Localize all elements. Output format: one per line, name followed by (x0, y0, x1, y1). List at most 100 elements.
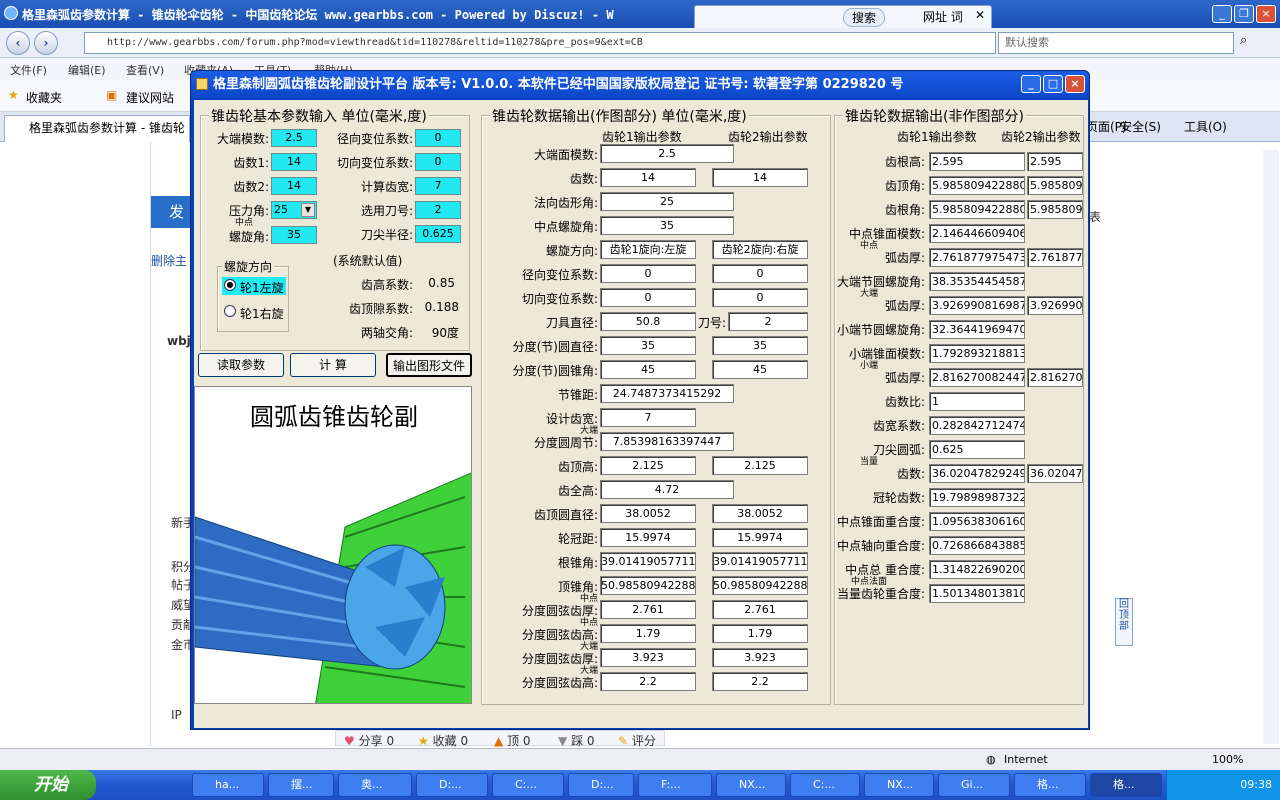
row-value-gear1[interactable]: 1.09563830616089 (929, 512, 1025, 531)
row-value-gear1[interactable]: 2.14644660940673 (929, 224, 1025, 243)
row-value-gear2[interactable]: 14 (712, 168, 808, 187)
task-item[interactable]: 奥... (338, 773, 412, 797)
row-value-gear1[interactable]: 36.0204782924940 (929, 464, 1025, 483)
back-button[interactable]: ‹ (6, 31, 30, 55)
rate-action[interactable]: ✎ 评分 (618, 732, 656, 749)
task-item[interactable]: ha... (192, 773, 264, 797)
row-value-gear1[interactable]: 14 (600, 168, 696, 187)
row-value-gear1[interactable]: 4.72 (600, 480, 734, 499)
row-value-gear1[interactable]: 0.625 (929, 440, 1025, 459)
row-value-gear1[interactable]: 0.72686684388538 (929, 536, 1025, 555)
row-value-gear1[interactable]: 5.98580942288084 (929, 200, 1025, 219)
search-input[interactable]: 默认搜索 (998, 32, 1234, 54)
task-item[interactable]: C:... (790, 773, 860, 797)
row-value-gear1[interactable]: 35 (600, 336, 696, 355)
face-width-input[interactable]: 7 (415, 177, 461, 195)
row-value-gear1[interactable]: 7.85398163397447 (600, 432, 734, 451)
calculate-button[interactable]: 计 算 (290, 353, 376, 377)
read-params-button[interactable]: 读取参数 (198, 353, 284, 377)
row-value-gear1[interactable]: 3.92699081698724 (929, 296, 1025, 315)
minimize-icon[interactable]: _ (1212, 5, 1232, 23)
pressure-angle-select[interactable]: 25 ▼ (271, 201, 317, 219)
row-value-gear1[interactable]: 1 (929, 392, 1025, 411)
row-value-gear2[interactable]: 2.2 (712, 672, 808, 691)
forward-button[interactable]: › (34, 31, 58, 55)
row-value-gear1[interactable]: 1.31482269020080 (929, 560, 1025, 579)
menu-edit[interactable]: 编辑(E) (68, 62, 106, 78)
row-value-gear1[interactable]: 38.3535445458780 (929, 272, 1025, 291)
row-value-gear1[interactable]: 3.923 (600, 648, 696, 667)
row-value-gear2[interactable]: 35 (712, 336, 808, 355)
tools-menu[interactable]: 工具(O) (1184, 118, 1227, 135)
row-value-gear1[interactable]: 2.81627008244765 (929, 368, 1025, 387)
row-value-gear2[interactable]: 2.761 (712, 600, 808, 619)
close-icon[interactable]: × (1256, 5, 1276, 23)
down-action[interactable]: ▼ 踩 0 (558, 732, 595, 749)
row-value-gear1[interactable]: 39.0141905771193 (600, 552, 696, 571)
row-value-gear1[interactable]: 7 (600, 408, 696, 427)
address-input[interactable]: http://www.gearbbs.com/forum.php?mod=vie… (84, 32, 996, 54)
task-item[interactable]: Gi... (938, 773, 1010, 797)
chevron-down-icon[interactable]: ▼ (301, 203, 315, 217)
export-graphic-button[interactable]: 输出图形文件 (386, 353, 472, 377)
popup-search-button[interactable]: 搜索 (843, 8, 886, 27)
task-item[interactable]: D:... (416, 773, 488, 797)
row-value-gear1[interactable]: 35 (600, 216, 734, 235)
row-value-gear1[interactable]: 24.7487373415292 (600, 384, 734, 403)
row-value-gear2[interactable]: 15.9974 (712, 528, 808, 547)
delete-link[interactable]: 删除主 (151, 252, 187, 269)
suggest-sites-link[interactable]: 建议网站 (126, 89, 174, 106)
row-value-gear1[interactable]: 50.9858094228808 (600, 576, 696, 595)
zoom-level[interactable]: 100% (1212, 753, 1243, 766)
row-value-gear1[interactable]: 32.3644196947033 (929, 320, 1025, 339)
row-value-gear2[interactable]: 38.0052 (712, 504, 808, 523)
app-maximize-icon[interactable]: □ (1043, 75, 1063, 93)
page-scrollbar[interactable] (1263, 150, 1279, 744)
username[interactable]: wbj (167, 334, 191, 348)
app-minimize-icon[interactable]: _ (1021, 75, 1041, 93)
row-value-gear1[interactable]: 2.2 (600, 672, 696, 691)
app-close-icon[interactable]: × (1065, 75, 1085, 93)
row-value-gear1[interactable]: 0 (600, 288, 696, 307)
row-value-gear1[interactable]: 0.28284271247461 (929, 416, 1025, 435)
row-value-gear1[interactable]: 2.761 (600, 600, 696, 619)
row-value-gear1[interactable]: 1.50134801381043 (929, 584, 1025, 603)
row-value-gear1[interactable]: 1.79289321881345 (929, 344, 1025, 363)
row-value-gear2[interactable]: 齿轮2旋向:右旋 (712, 240, 808, 259)
row-value-gear2[interactable]: 2 (728, 312, 808, 331)
task-item[interactable]: NX... (864, 773, 934, 797)
popup-close-icon[interactable]: ✕ (975, 8, 985, 22)
radio-right-hand[interactable]: 轮1右旋 (222, 303, 286, 321)
task-item[interactable]: C:... (492, 773, 564, 797)
row-value-gear2[interactable]: 3.92699081698724 (1027, 296, 1083, 315)
row-value-gear1[interactable]: 45 (600, 360, 696, 379)
row-value-gear1[interactable]: 38.0052 (600, 504, 696, 523)
row-value-gear1[interactable]: 5.98580942288084 (929, 176, 1025, 195)
row-value-gear1[interactable]: 19.7989898732233 (929, 488, 1025, 507)
search-icon[interactable]: ⌕ (1240, 33, 1260, 53)
row-value-gear2[interactable]: 0 (712, 288, 808, 307)
row-value-gear2[interactable]: 5.98580942288084 (1027, 200, 1083, 219)
start-button[interactable]: 开始 (0, 770, 96, 800)
task-item[interactable]: 格... (1014, 773, 1086, 797)
radial-shift-input[interactable]: 0 (415, 129, 461, 147)
row-value-gear2[interactable]: 45 (712, 360, 808, 379)
row-value-gear2[interactable]: 3.923 (712, 648, 808, 667)
radio-left-hand[interactable]: ● 轮1左旋 (222, 277, 286, 295)
row-value-gear1[interactable]: 2.595 (929, 152, 1025, 171)
row-value-gear1[interactable]: 2.76187797547301 (929, 248, 1025, 267)
row-value-gear1[interactable]: 25 (600, 192, 734, 211)
tangent-shift-input[interactable]: 0 (415, 153, 461, 171)
row-value-gear2[interactable]: 2.595 (1027, 152, 1083, 171)
task-item-active[interactable]: 格... (1090, 773, 1162, 797)
row-value-gear2[interactable]: 0 (712, 264, 808, 283)
row-value-gear2[interactable]: 50.9858094228808 (712, 576, 808, 595)
task-item[interactable]: NX... (716, 773, 786, 797)
menu-view[interactable]: 查看(V) (126, 62, 164, 78)
cutter-number-input[interactable]: 2 (415, 201, 461, 219)
row-value-gear1[interactable]: 50.8 (600, 312, 696, 331)
menu-file[interactable]: 文件(F) (10, 62, 47, 78)
share-action[interactable]: ♥ 分享 0 (344, 732, 394, 749)
row-value-gear1[interactable]: 2.125 (600, 456, 696, 475)
tab-active[interactable]: 格里森弧齿参数计算 - 锥齿轮 (4, 115, 190, 142)
